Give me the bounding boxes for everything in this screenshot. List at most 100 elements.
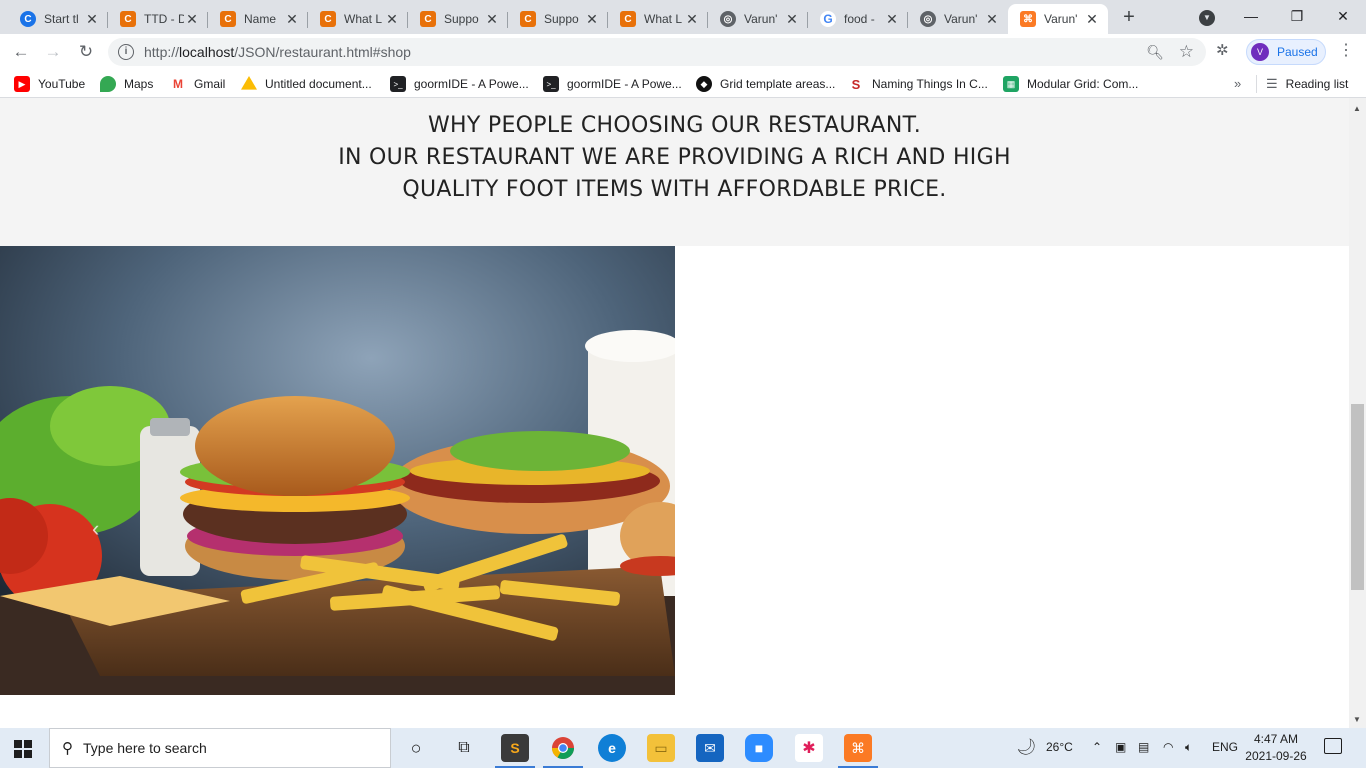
notification-icon[interactable] — [1324, 738, 1342, 754]
windows-start-icon[interactable] — [14, 740, 32, 758]
clock[interactable]: 4:47 AM 2021-09-26 — [1240, 731, 1312, 765]
wifi-icon[interactable]: ◠ — [1163, 740, 1173, 754]
restore-button[interactable]: ❐ — [1274, 4, 1320, 28]
moon-weather-icon: 🌙︎ — [1016, 739, 1037, 756]
tab-search-icon[interactable]: ▼ — [1199, 10, 1215, 26]
c-favicon-icon: C — [520, 11, 536, 27]
tab-title: Suppo — [544, 12, 579, 26]
address-bar[interactable]: i http://localhost/JSON/restaurant.html#… — [108, 38, 1206, 66]
edge-icon[interactable]: e — [598, 734, 626, 762]
more-bookmarks-icon[interactable]: » — [1234, 76, 1241, 91]
sublime-text-icon[interactable]: S — [495, 734, 535, 768]
bookmark-star-icon[interactable]: ☆ — [1179, 42, 1194, 62]
taskbar-search[interactable]: ⚲ Type here to search — [49, 728, 391, 768]
close-window-button[interactable]: ✕ — [1320, 4, 1366, 28]
bookmark-youtube[interactable]: ▶ YouTube — [14, 76, 85, 92]
tab-strip: C Start tl ✕ C TTD - D ✕ C Name ✕ C What… — [0, 0, 1366, 34]
slack-icon[interactable]: ✱ — [795, 734, 823, 762]
bookmark-goormide-2[interactable]: >_ goormIDE - A Powe... — [543, 76, 682, 92]
clock-date: 2021-09-26 — [1245, 749, 1307, 763]
site-info-icon[interactable]: i — [118, 44, 134, 60]
scrollbar-thumb[interactable] — [1351, 404, 1364, 590]
xampp-taskbar-icon[interactable]: ⌘ — [838, 734, 878, 768]
tab-title: Suppo — [444, 12, 479, 26]
tab[interactable]: C Suppo ✕ — [508, 4, 608, 34]
close-icon[interactable]: ✕ — [584, 11, 600, 27]
url-text[interactable]: http://localhost/JSON/restaurant.html#sh… — [144, 44, 411, 60]
bookmark-untitled-document[interactable]: Untitled document... — [241, 76, 372, 92]
why-text-line: QUALITY FOOT ITEMS WITH AFFORDABLE PRICE… — [402, 177, 947, 202]
tab-title: Name — [244, 12, 277, 26]
tab[interactable]: C What L ✕ — [308, 4, 408, 34]
terminal-icon: >_ — [543, 76, 559, 92]
globe-icon: ◎ — [920, 11, 936, 27]
reload-button[interactable]: ↻ — [75, 41, 97, 63]
back-button[interactable]: ← — [10, 41, 32, 63]
bookmark-grid-template[interactable]: ◆ Grid template areas... — [696, 76, 835, 92]
tab[interactable]: C TTD - D ✕ — [108, 4, 208, 34]
minimize-button[interactable]: — — [1228, 4, 1274, 28]
close-icon[interactable]: ✕ — [884, 11, 900, 27]
c-favicon-icon: C — [320, 11, 336, 27]
youtube-icon: ▶ — [14, 76, 30, 92]
language-indicator[interactable]: ENG — [1212, 740, 1238, 754]
close-icon[interactable]: ✕ — [284, 11, 300, 27]
close-icon[interactable]: ✕ — [684, 11, 700, 27]
cortana-icon[interactable]: ○ — [402, 734, 430, 762]
bookmark-modular-grid[interactable]: ▦ Modular Grid: Com... — [1003, 76, 1138, 92]
terminal-icon: >_ — [390, 76, 406, 92]
profile-button[interactable]: V Paused — [1246, 39, 1326, 65]
tab-title: What L — [344, 12, 383, 26]
menu-icon[interactable]: ⋮ — [1338, 40, 1354, 60]
bookmark-goormide-1[interactable]: >_ goormIDE - A Powe... — [390, 76, 529, 92]
bookmark-gmail[interactable]: M Gmail — [170, 76, 225, 92]
tab[interactable]: ◎ Varun' ✕ — [908, 4, 1008, 34]
tab[interactable]: C What L ✕ — [608, 4, 708, 34]
tab-title: TTD - D — [144, 12, 184, 26]
scroll-down-icon[interactable]: ▼ — [1353, 715, 1361, 724]
tab-title: Start tl — [44, 12, 79, 26]
extensions-icon[interactable]: ✲ — [1216, 41, 1229, 59]
tab-title: Varun' — [1044, 12, 1078, 26]
new-tab-button[interactable]: + — [1118, 7, 1140, 29]
tray-meet-icon[interactable]: ▤ — [1138, 740, 1149, 754]
reading-list-button[interactable]: ☰ Reading list — [1266, 76, 1348, 92]
close-icon[interactable]: ✕ — [84, 11, 100, 27]
tab-active[interactable]: ⌘ Varun' ✕ — [1008, 4, 1108, 34]
c-favicon-icon: C — [120, 11, 136, 27]
task-view-icon[interactable]: ⧉ — [450, 734, 478, 762]
page-scrollbar[interactable]: ▲ ▼ — [1349, 98, 1366, 728]
food-carousel[interactable]: ‹ — [0, 246, 675, 695]
chrome-icon[interactable] — [543, 734, 583, 768]
tray-device-icon[interactable]: ▣ — [1115, 740, 1126, 754]
carousel-prev-icon[interactable]: ‹ — [92, 516, 99, 542]
close-icon[interactable]: ✕ — [184, 11, 200, 27]
close-icon[interactable]: ✕ — [384, 11, 400, 27]
browser-toolbar: ← → ↻ i http://localhost/JSON/restaurant… — [0, 34, 1366, 70]
modular-icon: ▦ — [1003, 76, 1019, 92]
tab[interactable]: C Name ✕ — [208, 4, 308, 34]
tab[interactable]: C Suppo ✕ — [408, 4, 508, 34]
tray-chevron-icon[interactable]: ⌃ — [1092, 740, 1102, 754]
close-icon[interactable]: ✕ — [984, 11, 1000, 27]
zoom-icon[interactable]: 🔍︎ — [1146, 44, 1164, 61]
volume-icon[interactable]: 🔈︎ — [1185, 740, 1192, 755]
scroll-up-icon[interactable]: ▲ — [1353, 104, 1361, 113]
c-favicon-icon: C — [220, 11, 236, 27]
file-explorer-icon[interactable]: ▭ — [647, 734, 675, 762]
mail-icon[interactable]: ✉ — [696, 734, 724, 762]
tab[interactable]: G food - ✕ — [808, 4, 908, 34]
naming-icon: S — [848, 76, 864, 92]
close-icon[interactable]: ✕ — [1084, 11, 1100, 27]
tab[interactable]: ◎ Varun' ✕ — [708, 4, 808, 34]
forward-button[interactable]: → — [42, 41, 64, 63]
google-icon: G — [820, 11, 836, 27]
food-image — [0, 246, 675, 695]
close-icon[interactable]: ✕ — [784, 11, 800, 27]
zoom-app-icon[interactable]: ■ — [745, 734, 773, 762]
weather-temp[interactable]: 26°C — [1046, 740, 1073, 754]
bookmark-maps[interactable]: Maps — [100, 76, 153, 92]
tab[interactable]: C Start tl ✕ — [8, 4, 108, 34]
bookmark-naming-things[interactable]: S Naming Things In C... — [848, 76, 988, 92]
close-icon[interactable]: ✕ — [484, 11, 500, 27]
